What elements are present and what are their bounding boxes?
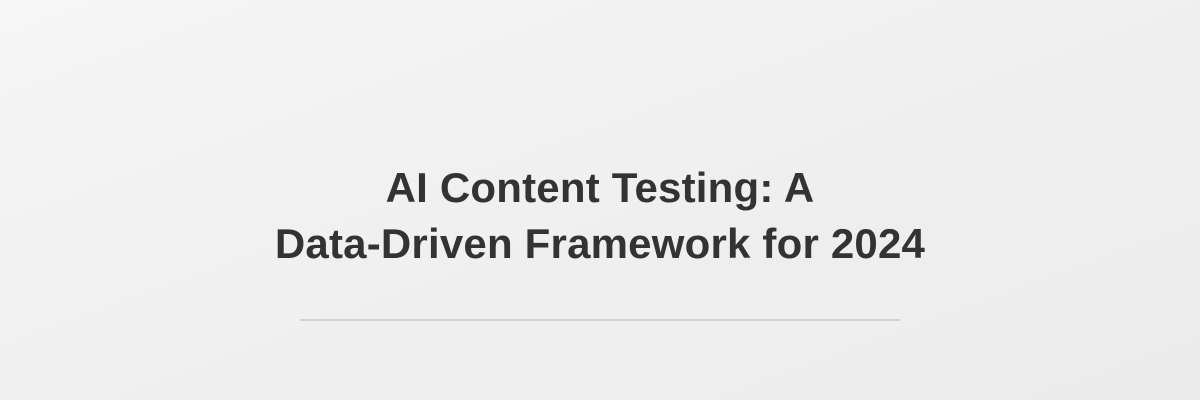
hero-banner: AI Content Testing: A Data-Driven Framew…: [0, 0, 1200, 400]
page-title: AI Content Testing: A Data-Driven Framew…: [0, 160, 1200, 272]
title-divider: [300, 319, 900, 321]
page-title-line-1: AI Content Testing: A: [385, 164, 815, 211]
page-title-line-2: Data-Driven Framework for 2024: [274, 220, 926, 267]
